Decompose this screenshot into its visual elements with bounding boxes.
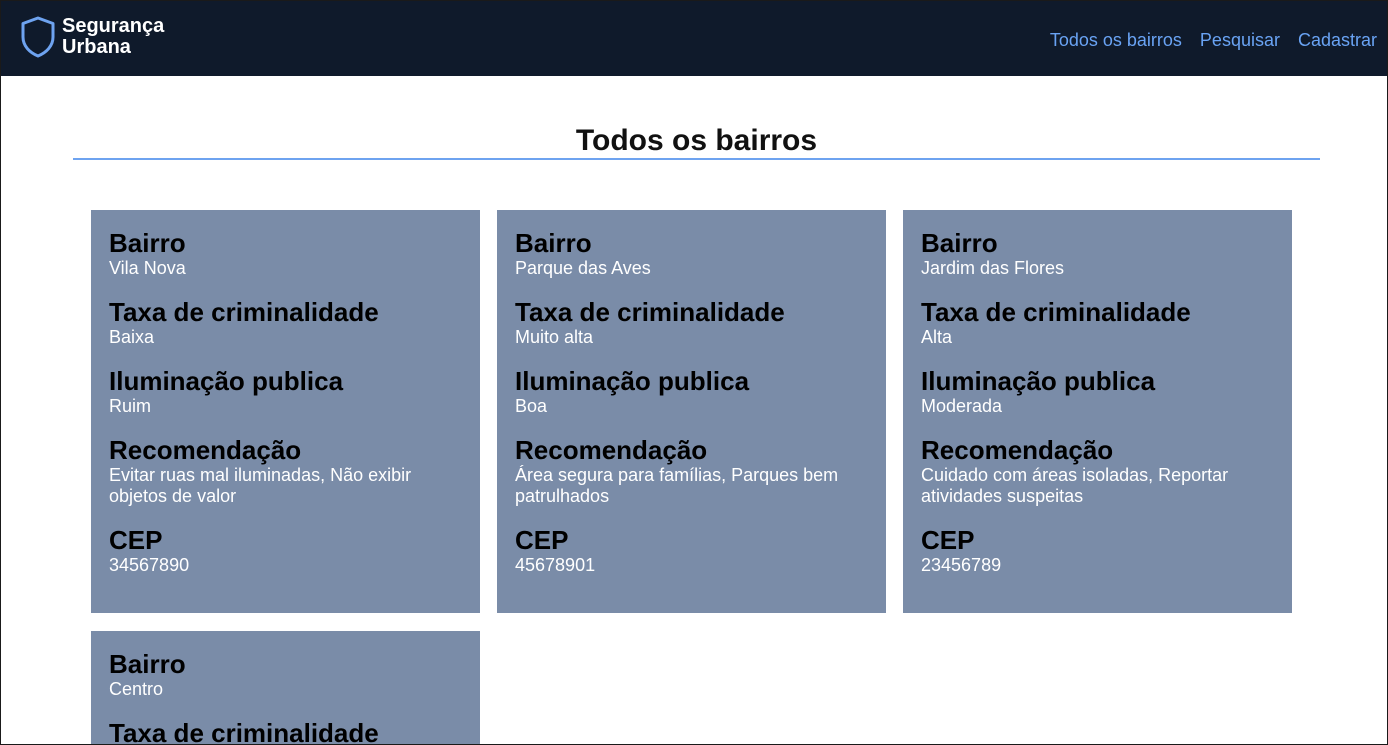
crime-rate-value: Muito alta [515, 327, 594, 347]
bairro-label: Bairro [515, 228, 592, 258]
lighting-label: Iluminação publica [109, 366, 344, 396]
title-divider [73, 158, 1320, 160]
recommendation-label: Recomendação [515, 435, 708, 465]
shield-icon [21, 16, 55, 58]
lighting-label: Iluminação publica [515, 366, 750, 396]
brand-name: Segurança Urbana [62, 16, 164, 58]
bairro-label: Bairro [109, 649, 186, 679]
lighting-label: Iluminação publica [921, 366, 1156, 396]
recommendation-label: Recomendação [109, 435, 302, 465]
cep-label: CEP [921, 525, 975, 555]
crime-rate-value: Baixa [109, 327, 155, 347]
nav-link-register[interactable]: Cadastrar [1298, 29, 1377, 51]
cep-value: 34567890 [109, 555, 190, 575]
lighting-value: Ruim [109, 396, 152, 416]
recommendation-value: Cuidado com áreas isoladas, Reportar ati… [921, 465, 1229, 506]
neighborhood-card: Bairro Jardim das Flores Taxa de crimina… [903, 210, 1292, 613]
brand-line-2: Urbana [62, 36, 131, 58]
cep-value: 45678901 [515, 555, 596, 575]
nav-link-all-neighborhoods[interactable]: Todos os bairros [1050, 29, 1182, 51]
browser-viewport: Segurança Urbana Todos os bairros Pesqui… [0, 0, 1388, 745]
bairro-value: Centro [109, 679, 164, 699]
crime-rate-label: Taxa de criminalidade [515, 297, 785, 327]
cep-value: 23456789 [921, 555, 1002, 575]
cep-label: CEP [109, 525, 163, 555]
bairro-value: Jardim das Flores [921, 258, 1065, 278]
nav-link-search[interactable]: Pesquisar [1200, 29, 1280, 51]
bairro-label: Bairro [921, 228, 998, 258]
cep-label: CEP [515, 525, 569, 555]
lighting-value: Moderada [921, 396, 1003, 416]
crime-rate-label: Taxa de criminalidade [921, 297, 1191, 327]
bairro-label: Bairro [109, 228, 186, 258]
page-title: Todos os bairros [575, 124, 818, 157]
nav-links: Todos os bairros Pesquisar Cadastrar [1050, 29, 1377, 51]
neighborhood-card: Bairro Centro Taxa de criminalidade [91, 631, 480, 745]
neighborhood-card: Bairro Parque das Aves Taxa de criminali… [497, 210, 886, 613]
bairro-value: Vila Nova [109, 258, 186, 278]
brand-line-1: Segurança [62, 15, 165, 37]
navbar: Segurança Urbana Todos os bairros Pesqui… [1, 1, 1387, 76]
recommendation-value: Evitar ruas mal iluminadas, Não exibir o… [109, 465, 412, 506]
crime-rate-label: Taxa de criminalidade [109, 718, 379, 745]
recommendation-value: Área segura para famílias, Parques bem p… [515, 465, 839, 506]
crime-rate-value: Alta [921, 327, 953, 347]
recommendation-label: Recomendação [921, 435, 1114, 465]
neighborhood-card: Bairro Vila Nova Taxa de criminalidade B… [91, 210, 480, 613]
brand-logo-link[interactable]: Segurança Urbana [20, 15, 164, 59]
bairro-value: Parque das Aves [515, 258, 651, 278]
lighting-value: Boa [515, 396, 548, 416]
crime-rate-label: Taxa de criminalidade [109, 297, 379, 327]
